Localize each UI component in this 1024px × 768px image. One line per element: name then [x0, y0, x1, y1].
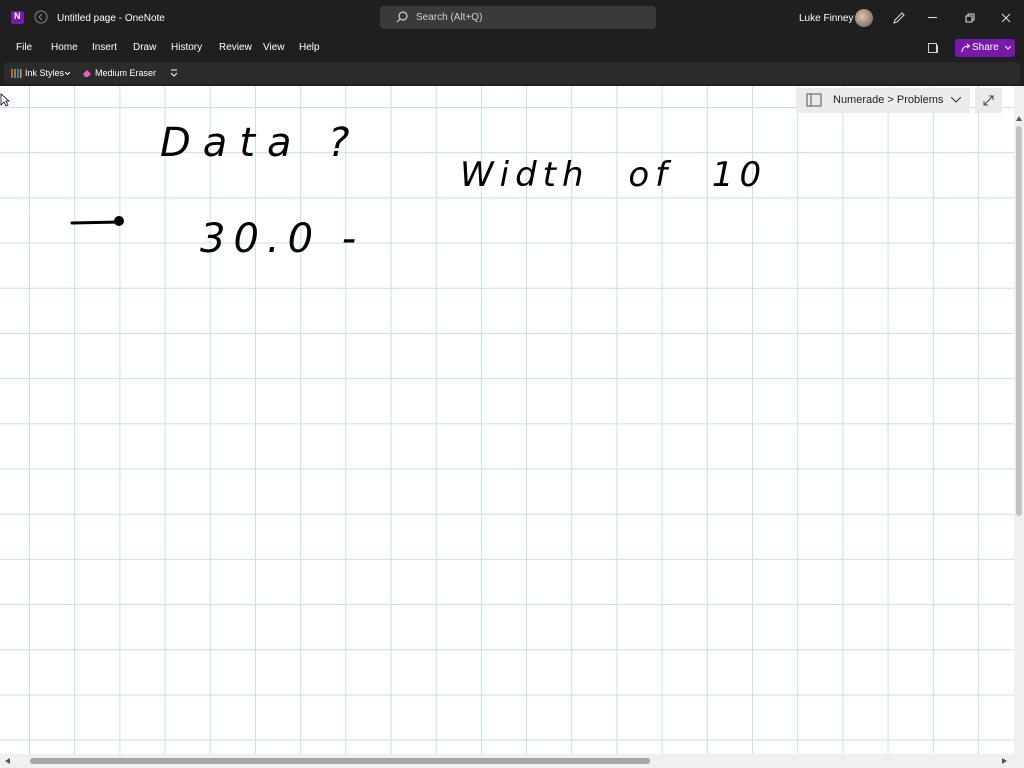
chevron-down-icon[interactable]: [951, 97, 961, 103]
menu-history[interactable]: History: [171, 42, 202, 53]
search-icon: [396, 11, 408, 23]
close-icon[interactable]: [1001, 13, 1011, 23]
menu-bar: File Home Insert Draw History Review Vie…: [0, 36, 1024, 60]
pen-icon[interactable]: [892, 11, 906, 25]
ink-text-data: Data ?: [160, 120, 361, 166]
expand-button[interactable]: [975, 88, 1002, 113]
share-button[interactable]: Share: [955, 39, 1015, 57]
scroll-right-icon[interactable]: [1002, 758, 1007, 764]
user-name: Luke Finney: [799, 13, 854, 24]
horizontal-scroll-thumb[interactable]: [30, 758, 650, 764]
ribbon-toolbar: Ink Styles Medium Eraser: [4, 62, 1020, 84]
restore-icon[interactable]: [965, 13, 975, 23]
page-title: Untitled page: [57, 13, 116, 24]
ink-styles-icon: [10, 67, 22, 79]
share-icon: [961, 43, 971, 53]
minimize-icon[interactable]: [928, 17, 937, 18]
menu-review[interactable]: Review: [219, 42, 252, 53]
notebook-breadcrumb[interactable]: Numerade > Problems: [796, 88, 970, 113]
ink-layer: Data ? Width of 10 30.0 -: [70, 120, 767, 262]
menu-insert[interactable]: Insert: [92, 42, 117, 53]
onenote-logo-icon: N: [11, 11, 24, 24]
ink-styles-button[interactable]: Ink Styles: [25, 68, 64, 78]
more-options-icon[interactable]: [170, 68, 178, 78]
scroll-left-icon[interactable]: [5, 758, 10, 764]
menu-draw[interactable]: Draw: [133, 42, 156, 53]
avatar[interactable]: [855, 9, 873, 27]
share-label: Share: [972, 42, 999, 53]
ink-styles-chevron-down-icon[interactable]: [65, 72, 70, 75]
scroll-up-icon[interactable]: [1016, 116, 1022, 121]
expand-icon: [983, 95, 994, 106]
ink-text-value: 30.0 -: [200, 216, 364, 262]
window-title: Untitled page - OneNote: [57, 13, 165, 24]
breadcrumb-text: Numerade > Problems: [833, 94, 944, 106]
vertical-scrollbar[interactable]: [1014, 86, 1024, 754]
menu-view[interactable]: View: [263, 42, 285, 53]
ribbon: Ink Styles Medium Eraser: [0, 60, 1024, 86]
menu-home[interactable]: Home: [51, 42, 78, 53]
notebook-icon: [806, 93, 822, 107]
menu-file[interactable]: File: [16, 42, 32, 53]
app-name: OneNote: [124, 13, 165, 24]
ink-text-width: Width of 10: [460, 155, 767, 195]
search-placeholder: Search (Alt+Q): [416, 12, 483, 23]
share-chevron-down-icon[interactable]: [1005, 46, 1011, 50]
menu-help[interactable]: Help: [299, 42, 320, 53]
notebook-view-icon[interactable]: [927, 42, 939, 54]
search-box[interactable]: Search (Alt+Q): [380, 6, 656, 29]
vertical-scroll-thumb[interactable]: [1016, 126, 1022, 516]
eraser-icon: [82, 68, 92, 78]
title-separator: -: [118, 13, 123, 24]
medium-eraser-button[interactable]: Medium Eraser: [95, 68, 156, 78]
ink-arrow-icon: [70, 216, 124, 226]
horizontal-scrollbar[interactable]: [0, 754, 1024, 768]
back-icon[interactable]: [34, 10, 48, 24]
note-canvas[interactable]: Data ? Width of 10 30.0 -: [0, 86, 1014, 754]
title-bar: N Untitled page - OneNote Search (Alt+Q)…: [0, 0, 1024, 36]
